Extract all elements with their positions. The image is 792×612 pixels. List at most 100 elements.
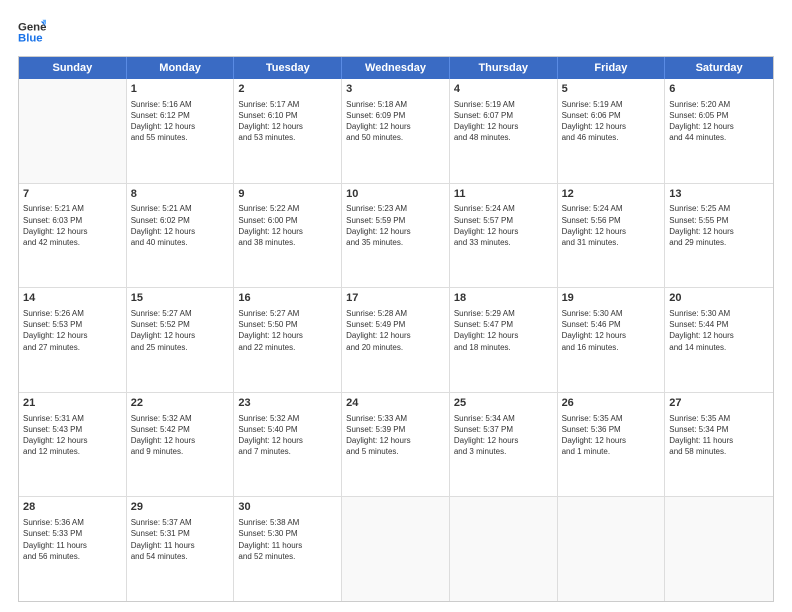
day-info: Sunrise: 5:29 AM Sunset: 5:47 PM Dayligh… [454, 308, 553, 353]
calendar-cell: 8Sunrise: 5:21 AM Sunset: 6:02 PM Daylig… [127, 184, 235, 288]
day-number: 2 [238, 82, 337, 97]
day-number: 14 [23, 291, 122, 306]
calendar-cell: 1Sunrise: 5:16 AM Sunset: 6:12 PM Daylig… [127, 79, 235, 183]
calendar-row: 14 Sunrise: 5:26 AM Sunset: 5:53 PM Dayli… [19, 288, 773, 393]
calendar-row: 21 Sunrise: 5:31 AM Sunset: 5:43 PM Dayli… [19, 393, 773, 498]
logo: General Blue [18, 18, 52, 46]
calendar-cell: 11Sunrise: 5:24 AM Sunset: 5:57 PM Dayli… [450, 184, 558, 288]
calendar-cell: 29 Sunrise: 5:37 AM Sunset: 5:31 PM Dayli… [127, 497, 235, 601]
day-number: 18 [454, 291, 553, 306]
calendar-cell: 26 Sunrise: 5:35 AM Sunset: 5:36 PM Dayli… [558, 393, 666, 497]
calendar-cell: 17 Sunrise: 5:28 AM Sunset: 5:49 PM Dayli… [342, 288, 450, 392]
day-info: Sunrise: 5:32 AM Sunset: 5:42 PM Dayligh… [131, 413, 230, 458]
calendar-cell: 12Sunrise: 5:24 AM Sunset: 5:56 PM Dayli… [558, 184, 666, 288]
day-info: Sunrise: 5:28 AM Sunset: 5:49 PM Dayligh… [346, 308, 445, 353]
day-info: Sunrise: 5:38 AM Sunset: 5:30 PM Dayligh… [238, 517, 337, 562]
day-info: Sunrise: 5:33 AM Sunset: 5:39 PM Dayligh… [346, 413, 445, 458]
calendar-cell: 24Sunrise: 5:33 AM Sunset: 5:39 PM Dayli… [342, 393, 450, 497]
day-info: Sunrise: 5:25 AM Sunset: 5:55 PM Dayligh… [669, 203, 769, 248]
day-number: 26 [562, 396, 661, 411]
calendar-cell [19, 79, 127, 183]
day-number: 7 [23, 187, 122, 202]
calendar-cell: 3 Sunrise: 5:18 AM Sunset: 6:09 PM Daylig… [342, 79, 450, 183]
calendar-cell [665, 497, 773, 601]
calendar-row: 28 Sunrise: 5:36 AM Sunset: 5:33 PM Dayli… [19, 497, 773, 601]
calendar-row: 1Sunrise: 5:16 AM Sunset: 6:12 PM Daylig… [19, 79, 773, 184]
day-number: 22 [131, 396, 230, 411]
day-number: 25 [454, 396, 553, 411]
logo-icon: General Blue [18, 18, 46, 46]
calendar-cell: 4 Sunrise: 5:19 AM Sunset: 6:07 PM Daylig… [450, 79, 558, 183]
day-number: 8 [131, 187, 230, 202]
day-info: Sunrise: 5:32 AM Sunset: 5:40 PM Dayligh… [238, 413, 337, 458]
day-info: Sunrise: 5:24 AM Sunset: 5:57 PM Dayligh… [454, 203, 553, 248]
calendar: SundayMondayTuesdayWednesdayThursdayFrid… [18, 56, 774, 602]
calendar-cell: 5 Sunrise: 5:19 AM Sunset: 6:06 PM Daylig… [558, 79, 666, 183]
day-info: Sunrise: 5:26 AM Sunset: 5:53 PM Dayligh… [23, 308, 122, 353]
calendar-cell: 18 Sunrise: 5:29 AM Sunset: 5:47 PM Dayli… [450, 288, 558, 392]
day-info: Sunrise: 5:18 AM Sunset: 6:09 PM Dayligh… [346, 99, 445, 144]
day-info: Sunrise: 5:27 AM Sunset: 5:52 PM Dayligh… [131, 308, 230, 353]
day-number: 10 [346, 187, 445, 202]
day-number: 3 [346, 82, 445, 97]
calendar-cell: 30 Sunrise: 5:38 AM Sunset: 5:30 PM Dayli… [234, 497, 342, 601]
day-number: 16 [238, 291, 337, 306]
day-info: Sunrise: 5:17 AM Sunset: 6:10 PM Dayligh… [238, 99, 337, 144]
weekday-header: Sunday [19, 57, 127, 79]
svg-text:Blue: Blue [18, 33, 43, 45]
calendar-row: 7Sunrise: 5:21 AM Sunset: 6:03 PM Daylig… [19, 184, 773, 289]
day-info: Sunrise: 5:21 AM Sunset: 6:02 PM Dayligh… [131, 203, 230, 248]
day-number: 4 [454, 82, 553, 97]
calendar-cell: 23Sunrise: 5:32 AM Sunset: 5:40 PM Dayli… [234, 393, 342, 497]
day-info: Sunrise: 5:35 AM Sunset: 5:34 PM Dayligh… [669, 413, 769, 458]
day-info: Sunrise: 5:27 AM Sunset: 5:50 PM Dayligh… [238, 308, 337, 353]
day-info: Sunrise: 5:23 AM Sunset: 5:59 PM Dayligh… [346, 203, 445, 248]
day-number: 30 [238, 500, 337, 515]
day-info: Sunrise: 5:35 AM Sunset: 5:36 PM Dayligh… [562, 413, 661, 458]
page: General Blue SundayMondayTuesdayWednesda… [0, 0, 792, 612]
calendar-cell: 13Sunrise: 5:25 AM Sunset: 5:55 PM Dayli… [665, 184, 773, 288]
calendar-cell: 28 Sunrise: 5:36 AM Sunset: 5:33 PM Dayli… [19, 497, 127, 601]
calendar-cell [558, 497, 666, 601]
day-info: Sunrise: 5:22 AM Sunset: 6:00 PM Dayligh… [238, 203, 337, 248]
weekday-header: Saturday [665, 57, 773, 79]
weekday-header: Tuesday [234, 57, 342, 79]
calendar-cell: 9Sunrise: 5:22 AM Sunset: 6:00 PM Daylig… [234, 184, 342, 288]
day-number: 9 [238, 187, 337, 202]
calendar-cell [450, 497, 558, 601]
day-info: Sunrise: 5:19 AM Sunset: 6:06 PM Dayligh… [562, 99, 661, 144]
calendar-header: SundayMondayTuesdayWednesdayThursdayFrid… [19, 57, 773, 79]
day-number: 15 [131, 291, 230, 306]
header: General Blue [18, 18, 774, 46]
calendar-cell: 19 Sunrise: 5:30 AM Sunset: 5:46 PM Dayli… [558, 288, 666, 392]
calendar-cell: 15 Sunrise: 5:27 AM Sunset: 5:52 PM Dayli… [127, 288, 235, 392]
day-number: 20 [669, 291, 769, 306]
day-info: Sunrise: 5:37 AM Sunset: 5:31 PM Dayligh… [131, 517, 230, 562]
day-number: 5 [562, 82, 661, 97]
calendar-cell [342, 497, 450, 601]
day-number: 11 [454, 187, 553, 202]
day-number: 1 [131, 82, 230, 97]
calendar-body: 1Sunrise: 5:16 AM Sunset: 6:12 PM Daylig… [19, 79, 773, 601]
calendar-cell: 27Sunrise: 5:35 AM Sunset: 5:34 PM Dayli… [665, 393, 773, 497]
day-info: Sunrise: 5:30 AM Sunset: 5:46 PM Dayligh… [562, 308, 661, 353]
day-number: 17 [346, 291, 445, 306]
weekday-header: Friday [558, 57, 666, 79]
svg-text:General: General [18, 21, 46, 33]
weekday-header: Wednesday [342, 57, 450, 79]
day-number: 28 [23, 500, 122, 515]
day-info: Sunrise: 5:30 AM Sunset: 5:44 PM Dayligh… [669, 308, 769, 353]
day-info: Sunrise: 5:21 AM Sunset: 6:03 PM Dayligh… [23, 203, 122, 248]
day-number: 29 [131, 500, 230, 515]
calendar-cell: 7Sunrise: 5:21 AM Sunset: 6:03 PM Daylig… [19, 184, 127, 288]
day-number: 6 [669, 82, 769, 97]
day-info: Sunrise: 5:31 AM Sunset: 5:43 PM Dayligh… [23, 413, 122, 458]
calendar-cell: 14 Sunrise: 5:26 AM Sunset: 5:53 PM Dayli… [19, 288, 127, 392]
day-info: Sunrise: 5:36 AM Sunset: 5:33 PM Dayligh… [23, 517, 122, 562]
day-info: Sunrise: 5:19 AM Sunset: 6:07 PM Dayligh… [454, 99, 553, 144]
calendar-cell: 22 Sunrise: 5:32 AM Sunset: 5:42 PM Dayli… [127, 393, 235, 497]
calendar-cell: 10Sunrise: 5:23 AM Sunset: 5:59 PM Dayli… [342, 184, 450, 288]
day-number: 21 [23, 396, 122, 411]
weekday-header: Monday [127, 57, 235, 79]
day-number: 19 [562, 291, 661, 306]
